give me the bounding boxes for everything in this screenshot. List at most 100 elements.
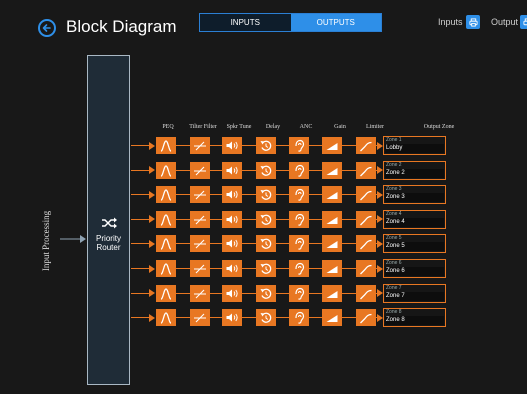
ear-block[interactable] [289, 186, 309, 204]
peq-curve-block[interactable] [156, 137, 176, 154]
speaker-block[interactable] [222, 161, 242, 179]
speaker-block[interactable] [222, 260, 242, 277]
output-zone-3[interactable]: Zone 3 Zone 3 [383, 185, 446, 205]
limiter-curve-block[interactable] [356, 161, 376, 179]
delay-block[interactable] [256, 309, 276, 327]
output-zone-7[interactable]: Zone 7 Zone 7 [383, 283, 446, 303]
gain-ramp-block[interactable] [322, 284, 342, 302]
peq-curve-block[interactable] [156, 235, 176, 253]
ear-block[interactable] [289, 260, 309, 277]
tab-outputs[interactable]: OUTPUTS [290, 14, 381, 31]
tilt-filter-block[interactable] [190, 284, 210, 302]
back-button[interactable] [38, 19, 56, 37]
tilt-filter-block[interactable] [190, 137, 210, 154]
peq-curve-block[interactable] [156, 161, 176, 179]
output-zone-8[interactable]: Zone 8 Zone 8 [383, 308, 446, 328]
limiter-curve-block[interactable] [356, 309, 376, 327]
peq-curve-icon [160, 214, 172, 226]
zone-value-field[interactable]: Zone 5 [385, 242, 444, 252]
limiter-curve-block[interactable] [356, 210, 376, 228]
block-connector [242, 169, 256, 171]
zone-value-field[interactable]: Zone 3 [385, 193, 444, 203]
limiter-curve-block[interactable] [356, 284, 376, 302]
output-zone-6[interactable]: Zone 6 Zone 6 [383, 259, 446, 278]
speaker-block[interactable] [222, 309, 242, 327]
inputs-print-button[interactable] [466, 15, 480, 29]
peq-curve-block[interactable] [156, 284, 176, 302]
delay-icon [260, 288, 272, 299]
block-connector [309, 169, 322, 171]
gain-ramp-block[interactable] [322, 235, 342, 253]
block-connector [242, 145, 256, 146]
limiter-curve-block[interactable] [356, 235, 376, 253]
delay-block[interactable] [256, 210, 276, 228]
gain-ramp-block[interactable] [322, 161, 342, 179]
ear-block[interactable] [289, 137, 309, 154]
block-connector [342, 268, 356, 269]
delay-icon [260, 238, 272, 250]
gain-ramp-block[interactable] [322, 210, 342, 228]
block-connector [309, 218, 322, 220]
peq-curve-block[interactable] [156, 260, 176, 277]
zone-value-field[interactable]: Zone 7 [385, 291, 444, 301]
peq-curve-icon [160, 238, 172, 251]
zone-value-field[interactable]: Zone 6 [385, 267, 444, 276]
ear-block[interactable] [289, 284, 309, 302]
limiter-curve-block[interactable] [356, 186, 376, 204]
block-connector [309, 194, 322, 196]
ear-block[interactable] [289, 235, 309, 253]
limiter-curve-icon [360, 289, 372, 300]
zone-name: Zone 4 [386, 210, 402, 217]
speaker-block[interactable] [222, 210, 242, 228]
limiter-curve-icon [360, 141, 372, 152]
delay-block[interactable] [256, 260, 276, 277]
output-zone-2[interactable]: Zone 2 Zone 2 [383, 160, 446, 180]
delay-block[interactable] [256, 235, 276, 253]
inputs-link[interactable]: Inputs [438, 17, 463, 27]
peq-curve-block[interactable] [156, 210, 176, 228]
block-connector [210, 145, 222, 146]
tilt-filter-block[interactable] [190, 186, 210, 204]
ear-block[interactable] [289, 161, 309, 179]
delay-block[interactable] [256, 186, 276, 204]
connector-arrow [149, 313, 155, 322]
speaker-block[interactable] [222, 284, 242, 302]
limiter-curve-block[interactable] [356, 137, 376, 154]
gain-ramp-block[interactable] [322, 137, 342, 154]
output-zone-4[interactable]: Zone 4 Zone 4 [383, 209, 446, 229]
zone-value-field[interactable]: Zone 8 [385, 316, 444, 326]
output-zone-1[interactable]: Zone 1 Lobby [383, 136, 446, 155]
delay-block[interactable] [256, 284, 276, 302]
gain-ramp-block[interactable] [322, 260, 342, 277]
peq-curve-icon [160, 140, 172, 152]
block-connector [276, 317, 289, 319]
outputs-print-button[interactable] [520, 15, 527, 29]
gain-ramp-block[interactable] [322, 186, 342, 204]
delay-block[interactable] [256, 161, 276, 179]
speaker-block[interactable] [222, 186, 242, 204]
speaker-block[interactable] [222, 235, 242, 253]
zone-value-field[interactable]: Zone 2 [385, 168, 444, 178]
peq-curve-block[interactable] [156, 309, 176, 327]
zone-value-field[interactable]: Lobby [385, 144, 444, 153]
block-connector [210, 194, 222, 196]
router-connector [131, 218, 150, 220]
outputs-link[interactable]: Output [491, 17, 518, 27]
tilt-filter-block[interactable] [190, 161, 210, 179]
tilt-filter-block[interactable] [190, 309, 210, 327]
zone-value-field[interactable]: Zone 4 [385, 217, 444, 227]
output-zone-5[interactable]: Zone 5 Zone 5 [383, 234, 446, 254]
tab-inputs[interactable]: INPUTS [200, 14, 291, 31]
gain-ramp-block[interactable] [322, 309, 342, 327]
speaker-block[interactable] [222, 137, 242, 154]
peq-curve-block[interactable] [156, 186, 176, 204]
limiter-curve-block[interactable] [356, 260, 376, 277]
ear-block[interactable] [289, 210, 309, 228]
tilt-filter-block[interactable] [190, 210, 210, 228]
ear-block[interactable] [289, 309, 309, 327]
delay-block[interactable] [256, 137, 276, 154]
zone-name: Zone 8 [386, 309, 402, 316]
limiter-curve-icon [360, 215, 372, 226]
tilt-filter-block[interactable] [190, 260, 210, 277]
tilt-filter-block[interactable] [190, 235, 210, 253]
